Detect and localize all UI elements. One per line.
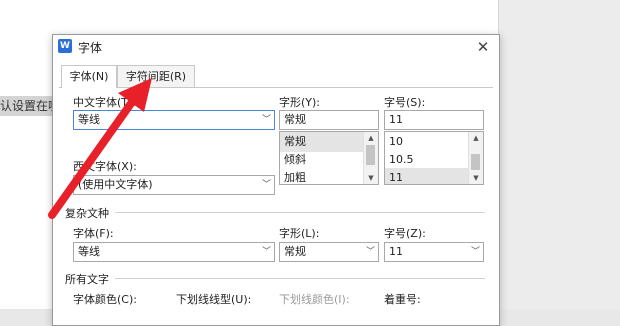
tab-character-spacing[interactable]: 字符间距(R) [117,65,195,87]
size-input[interactable]: 11 [384,110,484,130]
all-text-section-title: 所有文字 [65,273,109,286]
document-side-area [498,0,620,309]
scroll-up-icon[interactable]: ▲ [364,132,378,144]
emphasis-label: 着重号: [384,293,421,306]
underline-color-label: 下划线颜色(I): [279,293,350,306]
tab-divider [59,87,493,88]
western-font-label: 西文字体(X): [73,160,137,173]
complex-font-select[interactable]: 等线 ﹀ [73,242,275,262]
chinese-font-value: 等线 [78,113,100,126]
scroll-up-icon[interactable]: ▲ [469,132,483,144]
complex-style-label: 字形(L): [279,227,320,240]
size-option-10[interactable]: 10 [385,132,469,152]
style-input[interactable]: 常规 [279,110,379,130]
tab-font[interactable]: 字体(N) [61,65,117,88]
chevron-down-icon: ﹀ [261,247,271,257]
style-list[interactable]: 常规 倾斜 加粗 ▲ ▼ [279,131,379,185]
style-scrollbar[interactable]: ▲ ▼ [363,132,378,184]
western-font-select[interactable]: (使用中文字体) ﹀ [73,175,275,195]
wps-app-icon: W [58,39,72,53]
chevron-down-icon: ﹀ [365,247,375,257]
complex-section-title: 复杂文种 [65,207,109,220]
chevron-down-icon: ﹀ [261,115,271,125]
font-dialog: W 字体 ✕ 字体(N) 字符间距(R) 中文字体(T): 等线 ﹀ 字形(Y)… [52,34,500,326]
complex-font-label: 字体(F): [73,227,114,240]
complex-font-value: 等线 [78,245,100,258]
western-font-value: (使用中文字体) [78,178,153,191]
complex-style-value: 常规 [284,245,306,258]
scroll-down-icon[interactable]: ▼ [364,172,378,184]
chinese-font-select[interactable]: 等线 ﹀ [73,110,275,130]
style-option-regular[interactable]: 常规 [280,132,364,152]
section-divider [115,212,485,213]
size-list[interactable]: 10 10.5 11 ▲ ▼ [384,131,484,185]
complex-size-select[interactable]: 11 ﹀ [384,242,484,262]
dialog-title: 字体 [78,41,103,55]
style-option-bold[interactable]: 加粗 [280,168,364,184]
dialog-titlebar: W 字体 ✕ [53,35,499,59]
close-icon[interactable]: ✕ [473,37,493,57]
size-option-11[interactable]: 11 [385,168,469,184]
chevron-down-icon: ﹀ [470,247,480,257]
style-option-italic[interactable]: 倾斜 [280,150,364,170]
size-label: 字号(S): [384,96,426,109]
complex-size-value: 11 [389,245,403,258]
size-scrollbar[interactable]: ▲ ▼ [468,132,483,184]
scroll-down-icon[interactable]: ▼ [469,172,483,184]
scroll-thumb[interactable] [471,154,480,170]
chinese-font-label: 中文字体(T): [73,96,137,109]
scroll-thumb[interactable] [366,145,375,165]
font-color-label: 字体颜色(C): [73,293,137,306]
chevron-down-icon: ﹀ [261,180,271,190]
complex-style-select[interactable]: 常规 ﹀ [279,242,379,262]
section-divider [115,278,485,279]
underline-type-label: 下划线线型(U): [176,293,252,306]
style-label: 字形(Y): [279,96,321,109]
size-option-10-5[interactable]: 10.5 [385,150,469,170]
complex-size-label: 字号(Z): [384,227,426,240]
